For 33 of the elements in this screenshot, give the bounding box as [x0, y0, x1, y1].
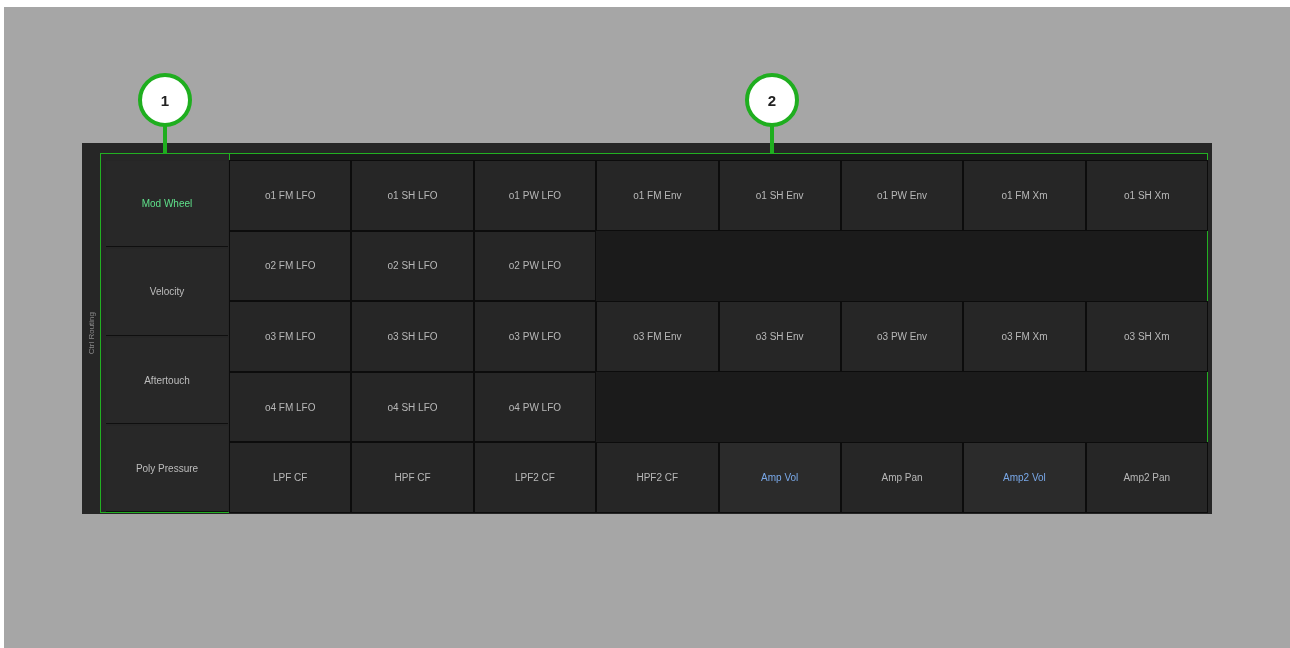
target-button[interactable]: o1 PW LFO: [474, 161, 596, 230]
target-button[interactable]: o2 SH LFO: [352, 231, 473, 301]
panel-title: Ctrl Routing: [86, 311, 96, 355]
target-button[interactable]: HPF2 CF: [597, 443, 718, 512]
target-button[interactable]: o3 PW Env: [841, 302, 963, 371]
target-button[interactable]: o4 SH LFO: [352, 372, 473, 442]
target-button[interactable]: o2 FM LFO: [230, 231, 351, 301]
target-button[interactable]: o3 PW LFO: [474, 302, 596, 371]
target-button[interactable]: o1 PW Env: [841, 161, 963, 230]
target-button[interactable]: o1 FM Env: [597, 161, 718, 230]
target-button[interactable]: o4 FM LFO: [230, 372, 351, 442]
target-button[interactable]: HPF CF: [352, 443, 473, 512]
target-button[interactable]: Amp2 Pan: [1086, 443, 1207, 512]
target-button[interactable]: o1 SH Xm: [1086, 161, 1207, 230]
target-button[interactable]: Amp Vol: [719, 443, 840, 512]
target-button[interactable]: o1 FM Xm: [964, 161, 1085, 230]
target-button[interactable]: o1 FM LFO: [230, 161, 351, 230]
target-button[interactable]: Amp2 Vol: [964, 443, 1085, 512]
target-button[interactable]: o3 SH Env: [719, 302, 840, 371]
target-button[interactable]: LPF2 CF: [474, 443, 596, 512]
target-button[interactable]: Amp Pan: [841, 443, 963, 512]
target-button[interactable]: o2 PW LFO: [474, 231, 596, 301]
callout-number: 2: [745, 73, 799, 127]
target-button[interactable]: o3 FM Xm: [964, 302, 1085, 371]
callout-number: 1: [138, 73, 192, 127]
target-button[interactable]: o1 SH Env: [719, 161, 840, 230]
target-button[interactable]: o3 SH LFO: [352, 302, 473, 371]
target-button[interactable]: o3 SH Xm: [1086, 302, 1207, 371]
target-button[interactable]: LPF CF: [230, 443, 351, 512]
target-button[interactable]: o3 FM Env: [597, 302, 718, 371]
target-button[interactable]: o4 PW LFO: [474, 372, 596, 442]
target-button[interactable]: o3 FM LFO: [230, 302, 351, 371]
target-button[interactable]: o1 SH LFO: [352, 161, 473, 230]
